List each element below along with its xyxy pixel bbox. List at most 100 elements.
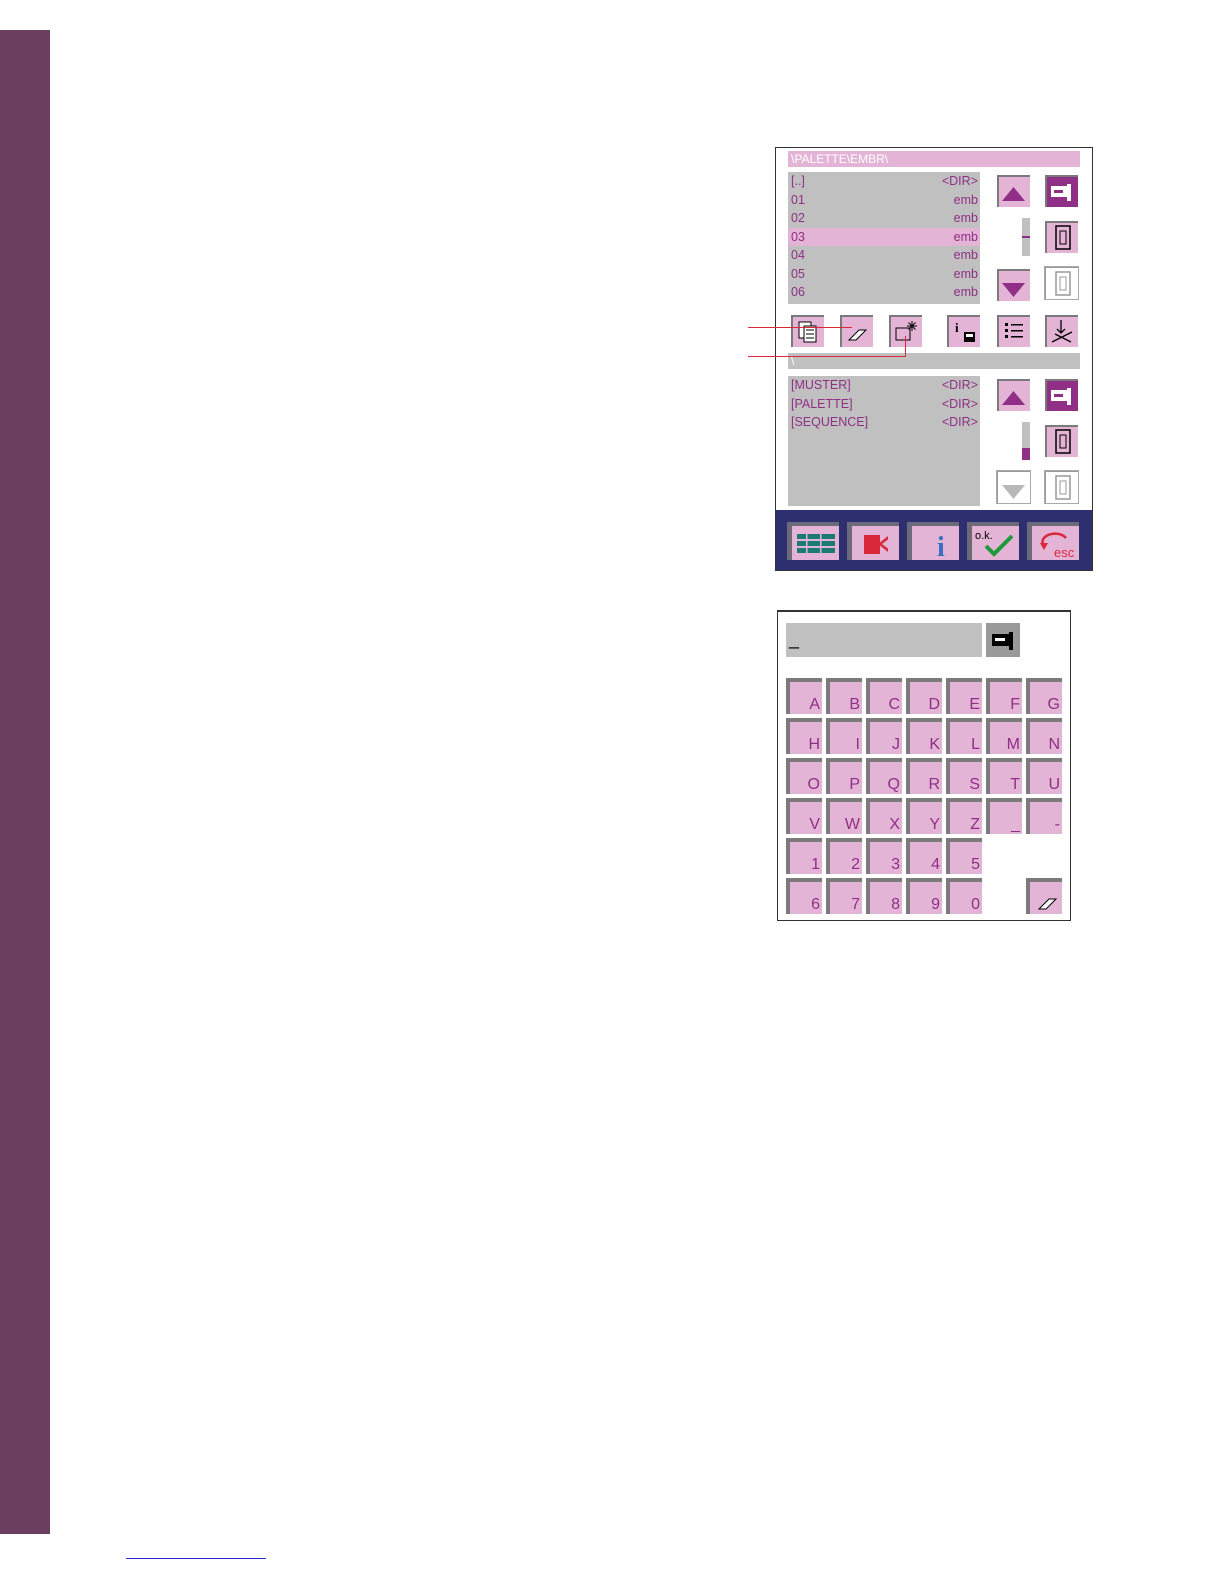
key-label: G <box>1047 696 1060 713</box>
key-t[interactable]: T <box>986 758 1022 794</box>
key-label: 9 <box>931 896 940 913</box>
key-9[interactable]: 9 <box>906 878 942 914</box>
key-r[interactable]: R <box>906 758 942 794</box>
key-k[interactable]: K <box>906 718 942 754</box>
key-m[interactable]: M <box>986 718 1022 754</box>
key-p[interactable]: P <box>826 758 862 794</box>
scroll-up-button[interactable] <box>994 172 1030 207</box>
machine-target-button[interactable] <box>1042 376 1078 411</box>
key-8[interactable]: 8 <box>866 878 902 914</box>
scroll-down-button[interactable] <box>994 266 1030 301</box>
exit-icon <box>864 535 890 554</box>
key-d[interactable]: D <box>906 678 942 714</box>
key-s[interactable]: S <box>946 758 982 794</box>
top-file-list[interactable]: [..] <DIR> 01 emb 02 emb 03 emb 04 emb 05 emb … <box>788 172 980 304</box>
key-0[interactable]: 0 <box>946 878 982 914</box>
tools-button[interactable] <box>1042 312 1078 347</box>
key-label: N <box>1048 736 1060 753</box>
key-g[interactable]: G <box>1026 678 1062 714</box>
key-o[interactable]: O <box>786 758 822 794</box>
sewing-machine-icon <box>1051 388 1071 405</box>
key-label: 7 <box>851 896 860 913</box>
key-label: S <box>969 776 980 793</box>
memory-card-icon <box>1055 429 1071 454</box>
key-4[interactable]: 4 <box>906 838 942 874</box>
key-label: M <box>1006 736 1020 753</box>
key-label: J <box>892 736 900 753</box>
card-source-button[interactable] <box>1042 218 1078 253</box>
list-item-selected[interactable]: 03 emb <box>788 227 980 246</box>
memory-card-icon <box>1055 225 1071 250</box>
key-b[interactable]: B <box>826 678 862 714</box>
menu-button[interactable] <box>787 522 839 560</box>
key-7[interactable]: 7 <box>826 878 862 914</box>
sewing-machine-icon <box>992 632 1013 650</box>
name-input[interactable]: _ <box>786 623 982 657</box>
callout-line-new-folder <box>748 356 906 357</box>
key-y[interactable]: Y <box>906 798 942 834</box>
list-item[interactable]: 06 emb <box>788 283 980 302</box>
bottom-file-list[interactable]: [MUSTER] <DIR> [PALETTE] <DIR> [SEQUENCE] <… <box>788 376 980 506</box>
disk-info-button[interactable]: i <box>944 312 980 347</box>
key-6[interactable]: 6 <box>786 878 822 914</box>
key-underscore[interactable]: _ <box>986 798 1022 834</box>
ok-check-icon: o.k. <box>975 530 1014 557</box>
key-z[interactable]: Z <box>946 798 982 834</box>
key-label: I <box>855 736 860 753</box>
list-view-button[interactable] <box>994 312 1030 347</box>
key-l[interactable]: L <box>946 718 982 754</box>
esc-button[interactable]: esc <box>1027 522 1079 560</box>
key-w[interactable]: W <box>826 798 862 834</box>
key-2[interactable]: 2 <box>826 838 862 874</box>
card-source-button-disabled[interactable] <box>1042 264 1079 300</box>
machine-button[interactable] <box>986 623 1020 657</box>
key-hyphen[interactable]: - <box>1026 798 1062 834</box>
ok-button[interactable]: o.k. <box>967 522 1019 560</box>
copy-button[interactable] <box>788 312 824 347</box>
key-label: D <box>928 696 940 713</box>
key-label: 5 <box>971 856 980 873</box>
exit-button[interactable] <box>847 522 899 560</box>
card-target-button-disabled[interactable] <box>1042 468 1079 504</box>
key-i[interactable]: I <box>826 718 862 754</box>
scroll-down-button-disabled[interactable] <box>994 468 1031 504</box>
list-item[interactable]: [SEQUENCE] <DIR> <box>788 413 980 432</box>
list-item[interactable]: 05 emb <box>788 265 980 284</box>
key-c[interactable]: C <box>866 678 902 714</box>
info-button[interactable]: i <box>907 522 959 560</box>
key-v[interactable]: V <box>786 798 822 834</box>
list-item[interactable]: [PALETTE] <DIR> <box>788 395 980 414</box>
key-u[interactable]: U <box>1026 758 1062 794</box>
list-item[interactable]: 02 emb <box>788 209 980 228</box>
list-item[interactable]: 01 emb <box>788 191 980 210</box>
key-q[interactable]: Q <box>866 758 902 794</box>
list-item[interactable]: [MUSTER] <DIR> <box>788 376 980 395</box>
key-label: 8 <box>891 896 900 913</box>
machine-source-button[interactable] <box>1042 172 1078 207</box>
key-label: - <box>1054 816 1060 833</box>
top-list-scrollbar[interactable] <box>1022 218 1030 256</box>
key-x[interactable]: X <box>866 798 902 834</box>
new-folder-button[interactable] <box>886 312 922 347</box>
list-item[interactable]: 04 emb <box>788 246 980 265</box>
key-a[interactable]: A <box>786 678 822 714</box>
card-target-button[interactable] <box>1042 422 1078 457</box>
key-e[interactable]: E <box>946 678 982 714</box>
key-h[interactable]: H <box>786 718 822 754</box>
tools-icon <box>1051 320 1073 343</box>
key-1[interactable]: 1 <box>786 838 822 874</box>
bottom-list-scrollbar[interactable] <box>1022 422 1030 460</box>
scroll-up-button[interactable] <box>994 376 1030 411</box>
key-f[interactable]: F <box>986 678 1022 714</box>
key-n[interactable]: N <box>1026 718 1062 754</box>
svg-text:o.k.: o.k. <box>975 530 993 542</box>
bottom-toolbar: i o.k. esc <box>776 510 1092 570</box>
key-j[interactable]: J <box>866 718 902 754</box>
key-label: H <box>808 736 820 753</box>
list-item[interactable]: [..] <DIR> <box>788 172 980 191</box>
key-3[interactable]: 3 <box>866 838 902 874</box>
memory-card-icon <box>1055 475 1071 500</box>
delete-button[interactable] <box>837 312 873 347</box>
key-5[interactable]: 5 <box>946 838 982 874</box>
delete-key[interactable] <box>1026 878 1062 914</box>
